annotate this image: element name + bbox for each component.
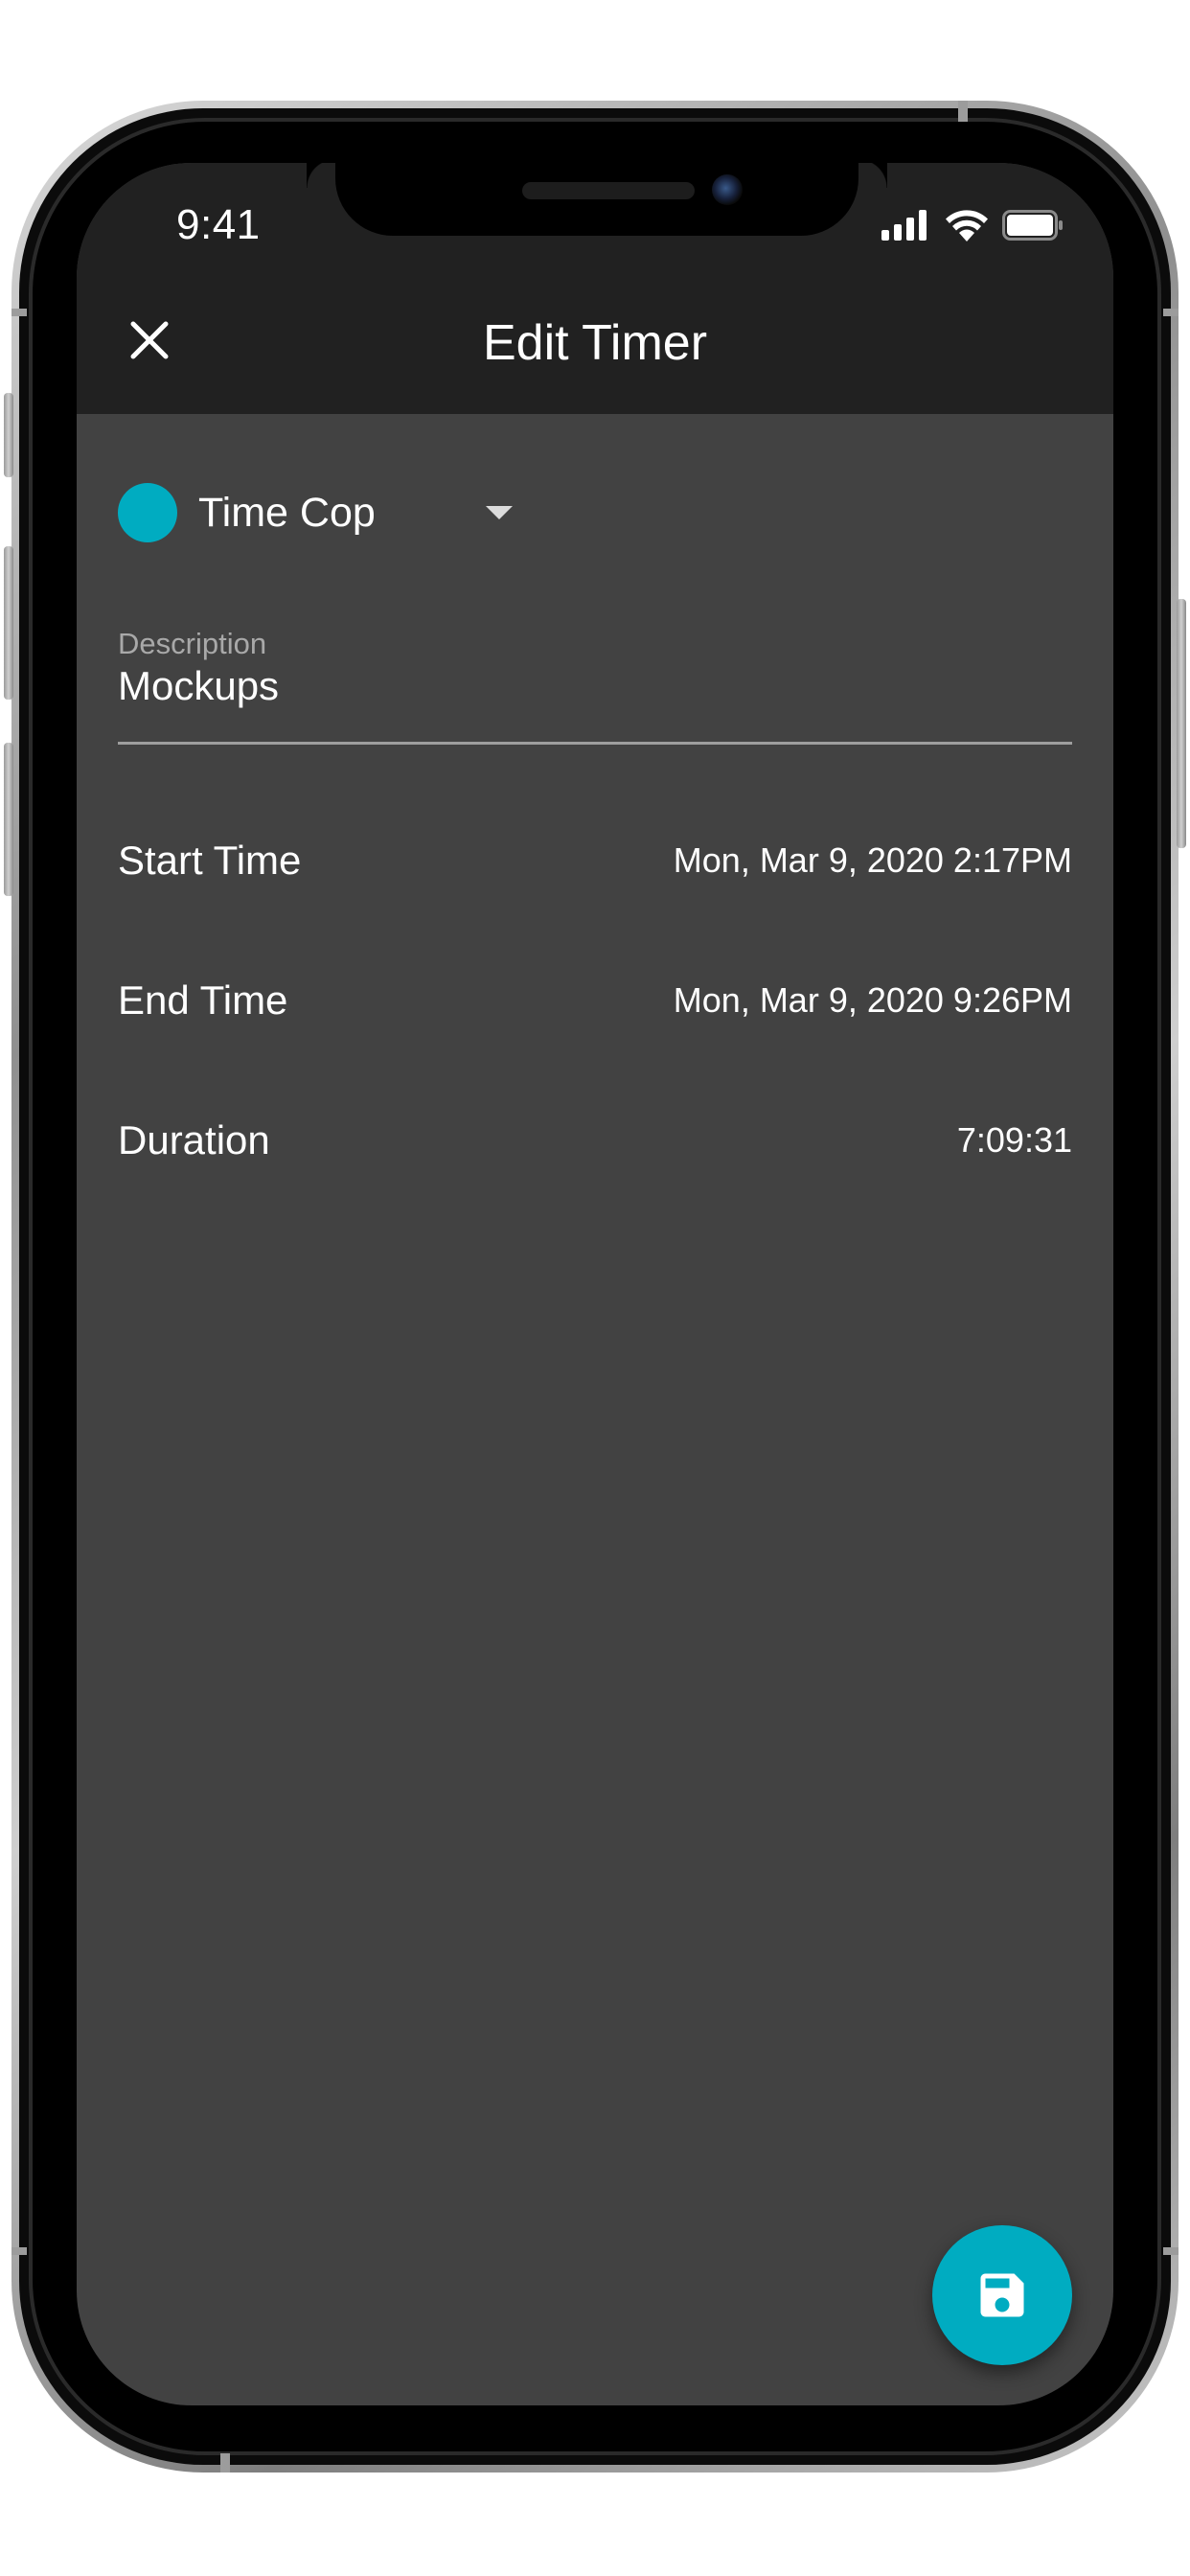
volume-down-button [4,743,13,896]
antenna-line [958,101,968,122]
front-camera [712,174,743,205]
volume-up-button [4,546,13,700]
duration-value: 7:09:31 [956,1120,1072,1160]
start-time-label: Start Time [118,838,302,883]
page-title: Edit Timer [482,315,708,371]
project-dropdown[interactable]: Time Cop [118,482,513,543]
status-time: 9:41 [176,201,261,248]
save-icon [980,2273,1024,2317]
silent-switch [4,393,13,477]
wifi-icon [946,210,988,242]
antenna-line [220,2453,230,2472]
end-time-label: End Time [118,978,288,1023]
power-button [1177,599,1186,848]
project-name: Time Cop [198,489,376,536]
app-bar: 9:41 Edit Timer [77,163,1113,414]
start-time-row[interactable]: Start Time Mon, Mar 9, 2020 2:17PM [118,832,1072,889]
status-icons [881,209,1064,242]
project-color-dot [118,483,177,542]
earpiece-speaker [522,182,695,199]
antenna-line [11,309,27,316]
end-time-row[interactable]: End Time Mon, Mar 9, 2020 9:26PM [118,972,1072,1029]
save-button[interactable] [932,2225,1072,2365]
description-underline [118,742,1072,745]
end-time-value[interactable]: Mon, Mar 9, 2020 9:26PM [674,980,1072,1021]
cellular-signal-icon [881,210,927,241]
battery-icon [1002,210,1063,241]
start-time-value[interactable]: Mon, Mar 9, 2020 2:17PM [674,840,1072,881]
antenna-line [1163,309,1179,316]
dropdown-arrow-icon [486,506,513,519]
notch [335,163,887,236]
antenna-line [1163,2247,1179,2255]
app-screen: 9:41 Edit Timer Time Cop Description Moc… [77,163,1113,2405]
description-field[interactable]: Mockups [118,663,279,709]
antenna-line [11,2247,27,2255]
duration-label: Duration [118,1117,270,1162]
description-label: Description [118,627,267,660]
duration-row: Duration 7:09:31 [118,1112,1072,1169]
